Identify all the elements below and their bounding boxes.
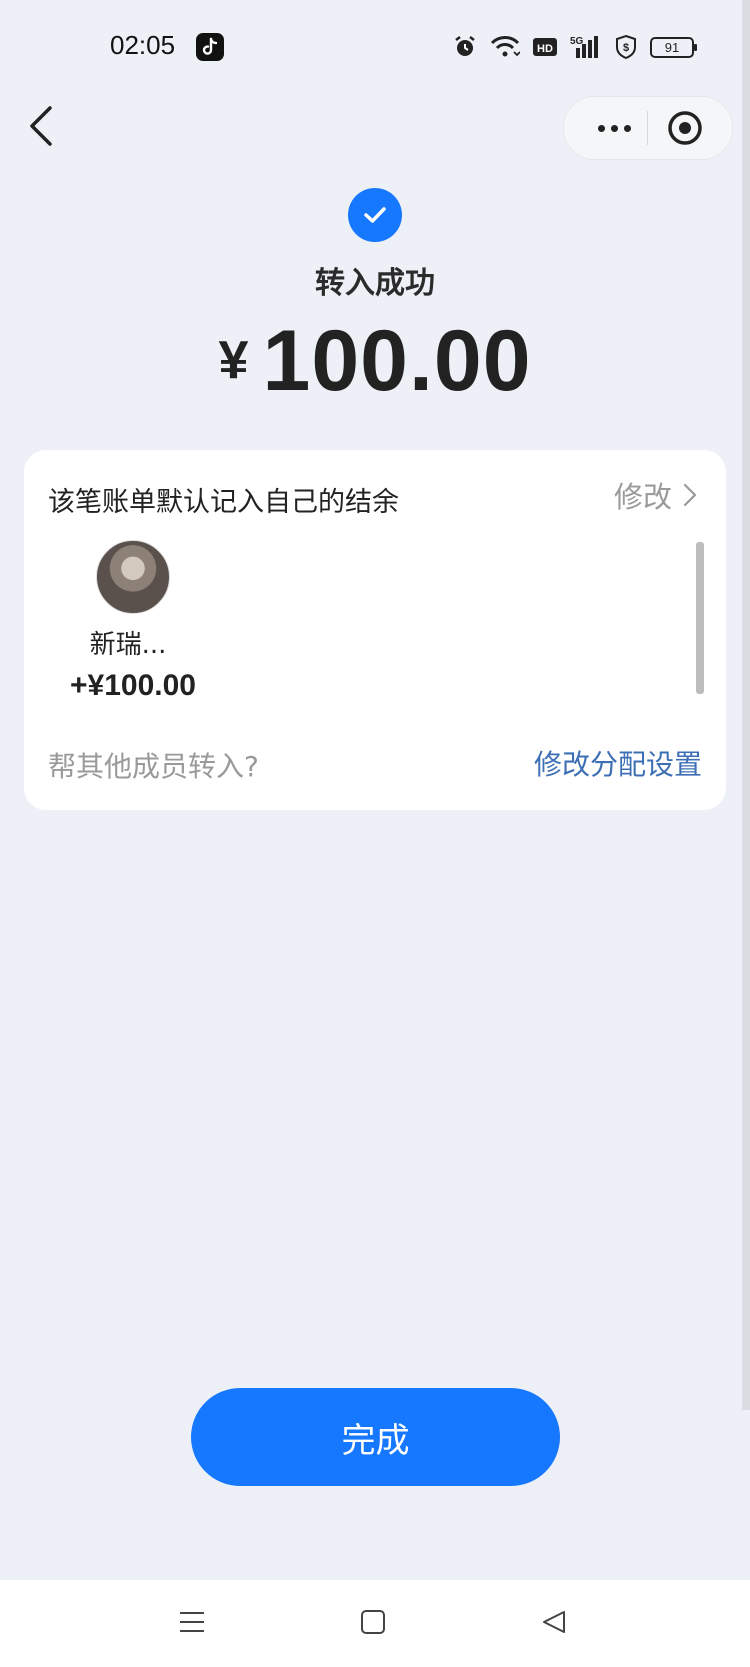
allocation-card: 该笔账单默认记入自己的结余 修改 新瑞... +¥100.00 帮其他成员转入?… — [24, 450, 726, 810]
home-square-icon — [361, 1610, 385, 1634]
svg-text:5G: 5G — [570, 36, 584, 47]
record-circle-icon — [668, 111, 702, 145]
allocation-settings-link[interactable]: 修改分配设置 — [534, 743, 702, 783]
transfer-amount: ¥100.00 — [0, 312, 750, 411]
svg-text:HD: HD — [537, 43, 553, 55]
menu-nav-button[interactable] — [172, 1602, 212, 1642]
status-bar: 02:05 HD 5G $ 91 — [0, 0, 750, 90]
shield-dollar-icon: $ — [614, 34, 638, 60]
member-amount: +¥100.00 — [70, 669, 196, 702]
modify-button[interactable]: 修改 — [614, 474, 698, 516]
mini-program-capsule — [563, 96, 733, 160]
chevron-left-icon — [30, 106, 52, 146]
back-button[interactable] — [24, 104, 60, 148]
member-name: 新瑞... — [89, 630, 167, 660]
success-check-icon — [348, 188, 402, 242]
member-item[interactable]: 新瑞... +¥100.00 — [58, 540, 208, 703]
menu-icon — [180, 1612, 204, 1632]
status-time: 02:05 — [110, 30, 176, 60]
hd-icon: HD — [532, 36, 558, 58]
capsule-divider — [647, 111, 648, 145]
home-nav-button[interactable] — [353, 1602, 393, 1642]
card-title: 该笔账单默认记入自己的结余 — [48, 487, 399, 518]
svg-text:$: $ — [623, 42, 629, 54]
success-title: 转入成功 — [315, 266, 435, 301]
modify-label: 修改 — [613, 480, 672, 514]
more-dots-icon — [597, 124, 631, 132]
status-icons: HD 5G $ 91 — [452, 32, 697, 62]
help-transfer-text[interactable]: 帮其他成员转入? — [48, 745, 259, 785]
tiktok-icon — [196, 33, 224, 61]
chevron-right-icon — [683, 483, 697, 507]
member-list-scrollbar[interactable] — [696, 542, 704, 694]
close-button[interactable] — [666, 109, 704, 147]
back-nav-button[interactable] — [534, 1602, 574, 1642]
more-button[interactable] — [582, 105, 646, 151]
system-nav-bar — [0, 1580, 750, 1667]
back-triangle-icon — [543, 1611, 565, 1633]
wifi-icon — [490, 35, 520, 59]
currency-symbol: ¥ — [218, 330, 249, 390]
amount-value: 100.00 — [262, 313, 532, 409]
alarm-icon — [452, 34, 478, 60]
battery-icon: 91 — [650, 36, 697, 58]
5g-signal-icon: 5G — [570, 34, 602, 60]
page-scrollbar[interactable] — [742, 0, 750, 1410]
avatar — [96, 540, 170, 614]
done-button[interactable]: 完成 — [191, 1388, 560, 1486]
